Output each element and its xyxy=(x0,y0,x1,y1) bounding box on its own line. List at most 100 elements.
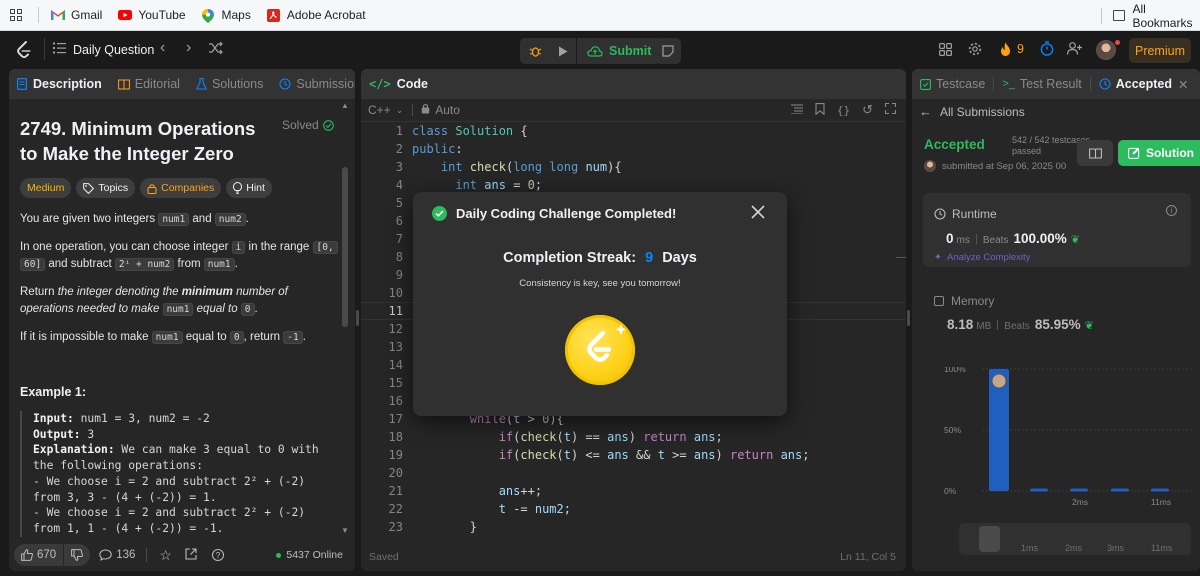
leetcode-logo[interactable] xyxy=(16,41,32,62)
timeline-tick-label: 1ms xyxy=(1021,543,1039,553)
cursor-position: Ln 11, Col 5 xyxy=(840,551,896,563)
tab-editorial[interactable]: Editorial xyxy=(110,69,188,99)
debug-icon[interactable] xyxy=(520,38,550,64)
all-submissions-link[interactable]: ← All Submissions xyxy=(919,104,1025,119)
prev-problem-button[interactable]: ‹ xyxy=(160,39,165,57)
line-number: 14 xyxy=(388,358,403,372)
solution-button[interactable]: Solution xyxy=(1118,140,1200,166)
settings-gear-icon[interactable] xyxy=(968,42,982,59)
timeline-tick-label: 11ms xyxy=(1151,543,1173,553)
bookmark-adobe-acrobat[interactable]: Adobe Acrobat xyxy=(266,8,366,22)
avatar[interactable] xyxy=(1096,40,1116,60)
code-line: if(check(t) <= ans && t >= ans) return a… xyxy=(498,448,810,462)
runtime-card[interactable]: Runtime i 0 ms Beats 100.00% ❦ ✦ Analyze… xyxy=(923,193,1191,267)
apps-grid-icon[interactable] xyxy=(10,9,22,21)
timeline-tick-label: 2ms xyxy=(1065,543,1083,553)
splitter-right[interactable] xyxy=(907,310,910,326)
premium-button[interactable]: Premium xyxy=(1129,38,1191,63)
scroll-up-arrow[interactable]: ▲ xyxy=(341,101,349,110)
all-bookmarks-link[interactable]: All Bookmarks xyxy=(1132,2,1200,30)
bookmark-gmail[interactable]: Gmail xyxy=(51,8,102,22)
language-select[interactable]: C++ ⌄ xyxy=(368,103,403,117)
shuffle-icon[interactable] xyxy=(209,41,223,57)
lock-icon xyxy=(421,103,430,117)
format-icon[interactable] xyxy=(790,103,803,117)
tab-code[interactable]: </> Code xyxy=(361,69,436,99)
tab-test-result[interactable]: >_ Test Result xyxy=(994,69,1089,99)
line-numbers: 1 2 3 4 5 6 7 8 9 10 11 12 13 14 15 16 17 18 19 20 21 22 23 xyxy=(361,122,403,536)
tab-accepted[interactable]: Accepted ✕ xyxy=(1091,69,1197,99)
reset-icon[interactable]: ↺ xyxy=(862,102,873,118)
dislike-button[interactable] xyxy=(64,544,91,566)
example-line: - We choose i = 2 and subtract 2² + (-2) xyxy=(33,506,306,520)
tab-solutions[interactable]: Solutions xyxy=(188,69,271,99)
chart-bar[interactable] xyxy=(1030,488,1048,492)
chart-bar[interactable] xyxy=(1151,488,1169,492)
gmail-icon xyxy=(51,9,65,21)
braces-icon[interactable]: {} xyxy=(837,104,850,117)
example-title: Example 1: xyxy=(20,385,87,399)
close-icon[interactable] xyxy=(751,205,765,224)
edit-icon xyxy=(1128,147,1140,159)
line-number: 15 xyxy=(388,376,403,390)
scroll-down-arrow[interactable]: ▼ xyxy=(341,526,349,535)
hint-tag[interactable]: Hint xyxy=(226,178,272,198)
streak-counter[interactable]: 9 xyxy=(1000,42,1024,56)
notes-button[interactable] xyxy=(655,38,681,64)
notification-dot xyxy=(1115,40,1120,45)
add-user-icon[interactable] xyxy=(1066,42,1082,58)
scrollbar[interactable] xyxy=(342,167,348,327)
code-line: t -= num2; xyxy=(498,502,571,516)
fullscreen-icon[interactable] xyxy=(884,102,897,117)
timer-icon[interactable] xyxy=(1040,41,1054,59)
acrobat-icon xyxy=(266,9,281,22)
runtime-distribution-chart[interactable]: 100% 50% 0% 2ms 11ms xyxy=(912,367,1200,517)
memory-section[interactable]: Memory xyxy=(934,294,994,308)
description-paragraph-3: Return the integer denoting the minimum … xyxy=(20,286,288,316)
description-paragraph-4: If it is impossible to make num1 equal t… xyxy=(20,331,306,344)
topics-tag[interactable]: Topics xyxy=(76,178,136,198)
code-tabbar: </> Code xyxy=(361,69,906,99)
analyze-complexity-link[interactable]: ✦ Analyze Complexity xyxy=(934,252,1030,263)
bookmark-icon[interactable] xyxy=(815,102,825,118)
chart-bar[interactable] xyxy=(1070,488,1088,492)
tab-description[interactable]: Description xyxy=(9,69,110,99)
y-tick-label: 50% xyxy=(944,425,961,435)
comments-button[interactable]: 136 xyxy=(99,549,135,561)
line-number: 7 xyxy=(395,232,403,246)
tab-testcase[interactable]: Testcase xyxy=(912,69,993,99)
streak-line: Completion Streak: 9 Days xyxy=(503,250,697,266)
close-tab-icon[interactable]: ✕ xyxy=(1178,77,1188,92)
code-line: class Solution { xyxy=(412,124,528,138)
autocomplete-mode[interactable]: Auto xyxy=(435,103,460,117)
problem-list-icon[interactable] xyxy=(53,41,66,57)
submit-button[interactable]: Submit xyxy=(577,38,661,64)
chart-bar[interactable] xyxy=(1111,488,1129,492)
run-button[interactable] xyxy=(550,38,576,64)
bookmark-youtube[interactable]: YouTube xyxy=(118,8,186,22)
line-number: 20 xyxy=(388,466,403,480)
layout-icon[interactable] xyxy=(939,43,953,59)
star-icon[interactable]: ☆ xyxy=(159,547,172,564)
share-icon[interactable] xyxy=(185,547,197,563)
daily-question-link[interactable]: Daily Question xyxy=(73,43,154,57)
y-tick-label: 100% xyxy=(944,367,966,374)
terminal-icon: >_ xyxy=(1002,78,1015,90)
info-icon[interactable]: i xyxy=(1166,205,1177,216)
like-button[interactable]: 670 xyxy=(14,544,64,566)
next-problem-button[interactable]: › xyxy=(186,39,191,57)
fire-icon xyxy=(1001,42,1010,56)
tag-row: Medium Topics Companies Hint xyxy=(20,178,344,198)
timeline-scrubber[interactable]: 1ms 2ms 3ms 11ms xyxy=(959,523,1191,555)
help-icon[interactable]: ? xyxy=(211,549,224,561)
coin-icon xyxy=(565,315,635,385)
modal-title: Daily Coding Challenge Completed! xyxy=(456,206,677,221)
line-number: 12 xyxy=(388,322,403,336)
splitter-left[interactable] xyxy=(356,310,359,326)
book-button[interactable] xyxy=(1077,140,1113,166)
companies-tag[interactable]: Companies xyxy=(140,178,222,198)
tab-submissions[interactable]: Submissions xyxy=(271,69,355,99)
thumbs-up-icon xyxy=(21,549,33,561)
bookmark-maps[interactable]: Maps xyxy=(201,8,251,23)
timeline-handle[interactable] xyxy=(979,526,1000,552)
